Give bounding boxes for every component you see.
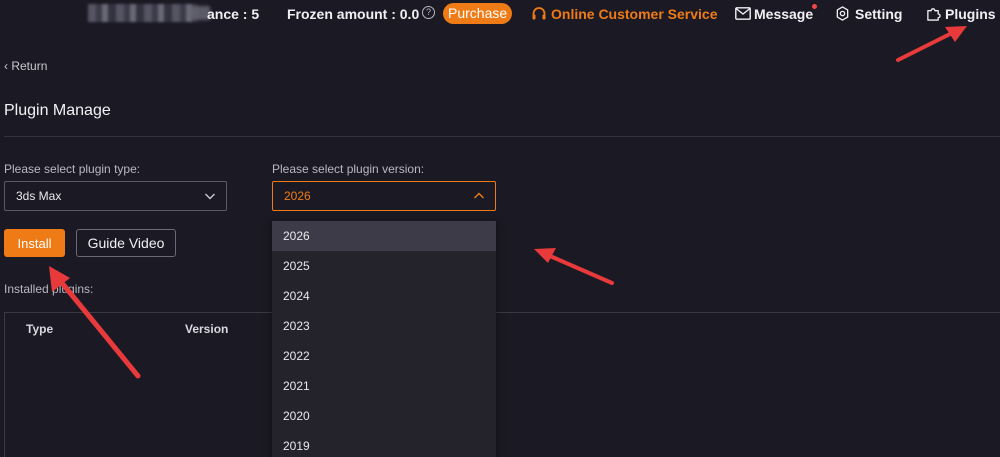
version-option[interactable]: 2021	[272, 371, 496, 401]
arrow-to-plugins	[896, 26, 967, 62]
return-label: Return	[11, 59, 48, 73]
page-title: Plugin Manage	[4, 102, 111, 119]
setting-link[interactable]: Setting	[855, 6, 902, 22]
plugin-type-value: 3ds Max	[16, 189, 62, 203]
plugin-version-label: Please select plugin version:	[272, 162, 425, 176]
version-option[interactable]: 2026	[272, 221, 496, 251]
version-dropdown-menu: 2026 2025 2024 2023 2022 2021 2020 2019	[272, 221, 496, 457]
chevron-down-icon	[205, 193, 215, 200]
arrow-to-version-dropdown	[534, 248, 614, 285]
gear-icon[interactable]	[835, 6, 850, 21]
message-link[interactable]: Message	[754, 6, 813, 22]
version-option[interactable]: 2019	[272, 431, 496, 457]
version-option[interactable]: 2024	[272, 281, 496, 311]
version-option[interactable]: 2022	[272, 341, 496, 371]
guide-video-button[interactable]: Guide Video	[76, 229, 176, 257]
plugin-type-select[interactable]: 3ds Max	[4, 181, 227, 211]
plugin-version-value: 2026	[284, 189, 311, 203]
version-option[interactable]: 2025	[272, 251, 496, 281]
chevron-up-icon	[474, 192, 484, 199]
plugin-version-select[interactable]: 2026	[272, 181, 496, 211]
frozen-amount-text: Frozen amount : 0.0	[287, 6, 420, 22]
install-button[interactable]: Install	[4, 229, 65, 257]
installed-plugins-label: Installed plugins:	[4, 282, 94, 296]
plugin-type-label: Please select plugin type:	[4, 162, 141, 176]
avatar[interactable]	[88, 4, 198, 22]
installed-plugins-table	[4, 312, 1000, 457]
notification-dot	[812, 4, 817, 9]
divider	[4, 136, 1000, 137]
version-option[interactable]: 2020	[272, 401, 496, 431]
top-bar: ance : 5 Frozen amount : 0.0 ? Purchase …	[0, 0, 1000, 28]
envelope-icon[interactable]	[735, 7, 751, 20]
plugins-link[interactable]: Plugins	[945, 6, 996, 22]
online-customer-service-link[interactable]: Online Customer Service	[551, 6, 718, 22]
balance-text: ance : 5	[207, 6, 260, 22]
purchase-button[interactable]: Purchase	[443, 3, 513, 24]
puzzle-icon[interactable]	[926, 6, 941, 21]
version-option[interactable]: 2023	[272, 311, 496, 341]
chevron-left-icon: ‹	[4, 59, 8, 73]
headset-icon[interactable]	[531, 6, 547, 22]
help-icon[interactable]: ?	[422, 6, 435, 19]
table-header-version: Version	[185, 322, 229, 336]
return-link[interactable]: ‹ Return	[4, 59, 47, 73]
table-header-type: Type	[26, 322, 54, 336]
